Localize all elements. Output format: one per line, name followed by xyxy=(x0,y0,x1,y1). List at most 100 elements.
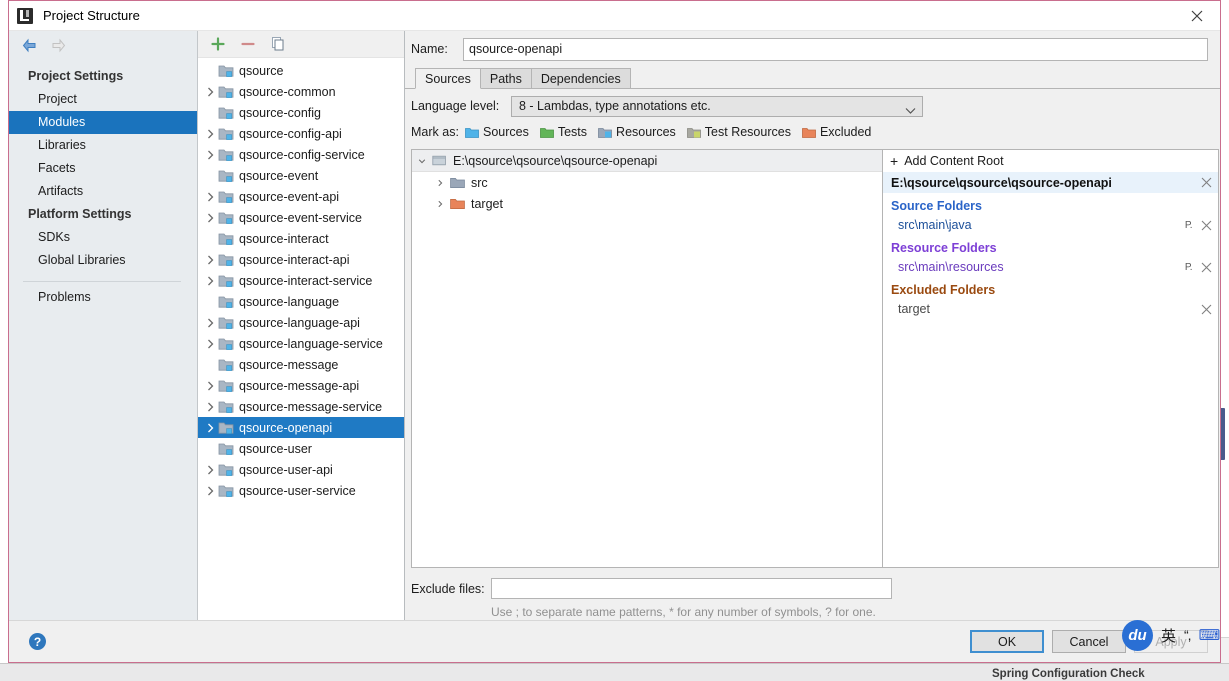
background-left-strip xyxy=(0,0,8,681)
module-list-item[interactable]: qsource-openapi xyxy=(198,417,404,438)
source-folder-row[interactable]: src\main\java P. xyxy=(883,215,1218,235)
module-list-item[interactable]: qsource-interact-service xyxy=(198,270,404,291)
chevron-right-icon[interactable] xyxy=(202,402,218,412)
chevron-right-icon[interactable] xyxy=(202,87,218,97)
module-list-item[interactable]: qsource-message-service xyxy=(198,396,404,417)
chevron-right-icon[interactable] xyxy=(202,339,218,349)
chevron-right-icon[interactable] xyxy=(202,318,218,328)
module-list-item[interactable]: qsource-language xyxy=(198,291,404,312)
chevron-right-icon[interactable] xyxy=(202,423,218,433)
mark-as-excluded-button[interactable]: Excluded xyxy=(802,125,871,139)
module-icon xyxy=(218,315,234,331)
module-list-item[interactable]: qsource-user-service xyxy=(198,480,404,501)
module-item-label: qsource-language-api xyxy=(239,315,360,330)
tab-paths[interactable]: Paths xyxy=(479,68,532,89)
ime-mode-label[interactable]: 英 xyxy=(1161,625,1176,646)
module-list-item[interactable]: qsource-config xyxy=(198,102,404,123)
cancel-button[interactable]: Cancel xyxy=(1052,630,1126,653)
module-list-item[interactable]: qsource-event xyxy=(198,165,404,186)
help-icon[interactable]: ? xyxy=(29,633,46,650)
mark-as-sources-button[interactable]: Sources xyxy=(465,125,529,139)
module-list-item[interactable]: qsource-user-api xyxy=(198,459,404,480)
tab-sources[interactable]: Sources xyxy=(415,68,481,89)
module-icon xyxy=(218,420,234,436)
module-list-item[interactable]: qsource-message xyxy=(198,354,404,375)
sidebar-item-libraries[interactable]: Libraries xyxy=(9,134,197,157)
module-list-item[interactable]: qsource-config-api xyxy=(198,123,404,144)
sidebar-item-sdks[interactable]: SDKs xyxy=(9,226,197,249)
sidebar-item-problems[interactable]: Problems xyxy=(9,286,197,309)
module-tabs: Sources Paths Dependencies xyxy=(405,67,1220,89)
language-level-select[interactable]: 8 - Lambdas, type annotations etc. xyxy=(511,95,923,117)
arrow-right-icon[interactable] xyxy=(50,37,67,54)
dialog-titlebar: Project Structure xyxy=(9,1,1220,31)
tree-row[interactable]: target xyxy=(412,193,882,214)
chevron-right-icon[interactable] xyxy=(430,199,450,209)
module-list-item[interactable]: qsource-interact xyxy=(198,228,404,249)
keyboard-icon[interactable]: ⌨ xyxy=(1199,626,1221,644)
ok-button[interactable]: OK xyxy=(970,630,1044,653)
module-list-item[interactable]: qsource-config-service xyxy=(198,144,404,165)
chevron-right-icon[interactable] xyxy=(202,150,218,160)
chevron-right-icon[interactable] xyxy=(202,213,218,223)
chevron-right-icon[interactable] xyxy=(202,486,218,496)
module-name-input[interactable] xyxy=(463,37,1208,61)
add-content-root-button[interactable]: + Add Content Root xyxy=(883,150,1218,172)
chevron-right-icon[interactable] xyxy=(202,381,218,391)
sidebar-item-project[interactable]: Project xyxy=(9,88,197,111)
tab-dependencies[interactable]: Dependencies xyxy=(530,68,631,89)
chevron-right-icon[interactable] xyxy=(202,192,218,202)
mark-as-test-resources-button[interactable]: Test Resources xyxy=(686,125,791,139)
module-list-item[interactable]: qsource-user xyxy=(198,438,404,459)
minus-icon[interactable] xyxy=(240,36,256,52)
sidebar-item-facets[interactable]: Facets xyxy=(9,157,197,180)
sidebar-item-global-libraries[interactable]: Global Libraries xyxy=(9,249,197,272)
content-root-tree[interactable]: E:\qsource\qsource\qsource-openapi src t… xyxy=(411,149,882,568)
package-prefix-icon[interactable]: P. xyxy=(1185,220,1193,231)
mark-as-resources-button[interactable]: Resources xyxy=(598,125,676,139)
module-item-label: qsource-interact-service xyxy=(239,273,373,288)
content-root-header-row[interactable]: E:\qsource\qsource\qsource-openapi xyxy=(412,150,882,172)
module-item-label: qsource-config xyxy=(239,105,321,120)
ime-punctuation-toggle[interactable]: “, xyxy=(1184,627,1192,643)
mark-as-tests-button[interactable]: Tests xyxy=(539,125,587,139)
module-list-item[interactable]: qsource-language-service xyxy=(198,333,404,354)
mark-as-row: Mark as: Sources Tests Resources Test Re… xyxy=(405,119,1220,145)
folder-test-resources-icon xyxy=(686,126,701,139)
baidu-logo-icon[interactable]: du xyxy=(1122,619,1153,651)
sidebar-item-artifacts[interactable]: Artifacts xyxy=(9,180,197,203)
arrow-left-icon[interactable] xyxy=(21,37,38,54)
sidebar-item-modules[interactable]: Modules xyxy=(9,111,197,134)
exclude-files-input[interactable] xyxy=(491,578,892,599)
close-icon[interactable] xyxy=(1201,262,1212,273)
copy-icon[interactable] xyxy=(270,36,286,52)
chevron-down-icon xyxy=(905,103,916,114)
chevron-right-icon[interactable] xyxy=(430,178,450,188)
close-icon[interactable] xyxy=(1201,304,1212,315)
source-folder-path: src\main\java xyxy=(898,218,972,232)
excluded-folder-row[interactable]: target xyxy=(883,299,1218,319)
module-list-item[interactable]: qsource-language-api xyxy=(198,312,404,333)
module-item-label: qsource-config-service xyxy=(239,147,365,162)
plus-icon[interactable] xyxy=(210,36,226,52)
close-icon[interactable] xyxy=(1201,177,1212,188)
chevron-right-icon[interactable] xyxy=(202,465,218,475)
resource-folder-row[interactable]: src\main\resources P. xyxy=(883,257,1218,277)
chevron-right-icon[interactable] xyxy=(202,276,218,286)
mark-as-resources-label: Resources xyxy=(616,125,676,139)
package-prefix-icon[interactable]: P. xyxy=(1185,262,1193,273)
close-icon[interactable] xyxy=(1201,220,1212,231)
chevron-down-icon[interactable] xyxy=(412,156,432,166)
module-list-item[interactable]: qsource-interact-api xyxy=(198,249,404,270)
module-list-item[interactable]: qsource xyxy=(198,60,404,81)
chevron-right-icon[interactable] xyxy=(202,129,218,139)
chevron-right-icon[interactable] xyxy=(202,255,218,265)
module-list-item[interactable]: qsource-event-api xyxy=(198,186,404,207)
tree-row[interactable]: src xyxy=(412,172,882,193)
close-icon[interactable] xyxy=(1174,1,1220,31)
module-list-item[interactable]: qsource-event-service xyxy=(198,207,404,228)
module-list-item[interactable]: qsource-message-api xyxy=(198,375,404,396)
module-list-item[interactable]: qsource-common xyxy=(198,81,404,102)
module-item-label: qsource-event-api xyxy=(239,189,340,204)
modules-list[interactable]: qsource qsource-common qsource-config qsour… xyxy=(198,58,404,620)
